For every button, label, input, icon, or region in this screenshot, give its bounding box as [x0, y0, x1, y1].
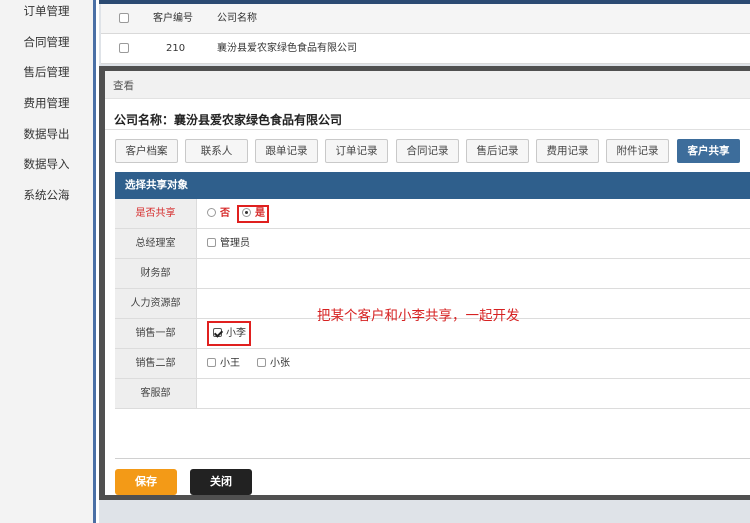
radio-no[interactable] — [207, 207, 216, 217]
share-option-yes-label: 是 — [255, 208, 265, 219]
column-company-name: 公司名称 — [217, 13, 257, 24]
tab-customer-profile[interactable]: 客户档案 — [115, 139, 178, 163]
close-button[interactable]: 关闭 — [190, 469, 252, 495]
member-xiaozhang-checkbox[interactable]: 小张 — [257, 349, 290, 378]
sidebar-item-data-import[interactable]: 数据导入 — [0, 156, 93, 172]
dept-label: 销售二部 — [115, 349, 197, 378]
dept-label: 财务部 — [115, 259, 197, 288]
annotation-text: 把某个客户和小李共享，一起开发 — [317, 308, 520, 324]
cell-customer-id: 210 — [166, 43, 186, 54]
sidebar-item-contracts[interactable]: 合同管理 — [0, 34, 93, 50]
tab-attachment-records[interactable]: 附件记录 — [606, 139, 669, 163]
sidebar-item-after-sales[interactable]: 售后管理 — [0, 64, 93, 80]
member-label: 小张 — [270, 358, 290, 369]
tab-order-records[interactable]: 订单记录 — [325, 139, 388, 163]
dept-row-finance: 财务部 — [115, 259, 750, 289]
modal-titlebar[interactable]: 查看 — [105, 71, 750, 99]
tab-follow-up-records[interactable]: 跟单记录 — [255, 139, 318, 163]
sidebar-item-data-export[interactable]: 数据导出 — [0, 126, 93, 142]
company-name-label: 公司名称：襄汾县爱农家绿色食品有限公司 — [114, 113, 343, 127]
dept-row-general-manager: 总经理室 管理员 — [115, 229, 750, 259]
save-button[interactable]: 保存 — [115, 469, 177, 495]
tab-after-sales-records[interactable]: 售后记录 — [466, 139, 529, 163]
cell-company-name: 襄汾县爱农家绿色食品有限公司 — [217, 43, 357, 54]
checkbox-checked[interactable] — [213, 327, 222, 337]
tab-contract-records[interactable]: 合同记录 — [396, 139, 459, 163]
checkbox[interactable] — [257, 357, 266, 367]
member-admin-checkbox[interactable]: 管理员 — [207, 229, 250, 258]
share-question-label: 是否共享 — [115, 199, 197, 228]
dept-label: 人力资源部 — [115, 289, 197, 318]
sidebar-item-public-pool[interactable]: 系统公海 — [0, 187, 93, 203]
radio-yes[interactable] — [242, 207, 251, 217]
share-option-no[interactable]: 否 — [207, 199, 230, 228]
share-target-header: 选择共享对象 — [115, 172, 750, 199]
sidebar-item-expenses[interactable]: 费用管理 — [0, 95, 93, 111]
table-row[interactable]: 210 襄汾县爱农家绿色食品有限公司 — [101, 34, 750, 64]
dept-row-sales-2: 销售二部 小王 小张 — [115, 349, 750, 379]
column-customer-id: 客户编号 — [153, 13, 193, 24]
sidebar: 订单管理 合同管理 售后管理 费用管理 数据导出 数据导入 系统公海 — [0, 0, 96, 523]
dept-label: 销售一部 — [115, 319, 197, 348]
tab-contacts[interactable]: 联系人 — [185, 139, 248, 163]
tab-expense-records[interactable]: 费用记录 — [536, 139, 599, 163]
checkbox[interactable] — [207, 237, 216, 247]
share-option-yes[interactable]: 是 — [242, 199, 265, 228]
dept-label: 客服部 — [115, 379, 197, 408]
select-all-checkbox[interactable] — [119, 4, 129, 34]
dept-row-customer-service: 客服部 — [115, 379, 750, 409]
divider — [105, 129, 750, 130]
member-xiaowang-checkbox[interactable]: 小王 — [207, 349, 240, 378]
member-label: 小王 — [220, 358, 240, 369]
view-modal: 查看 公司名称：襄汾县爱农家绿色食品有限公司 客户档案 联系人 跟单记录 订单记… — [99, 66, 750, 500]
divider — [115, 458, 750, 459]
dept-label: 总经理室 — [115, 229, 197, 258]
member-label: 小李 — [226, 328, 246, 339]
table-header: 客户编号 公司名称 — [101, 4, 750, 34]
row-checkbox[interactable] — [119, 34, 129, 64]
tab-customer-sharing[interactable]: 客户共享 — [677, 139, 740, 163]
modal-body: 查看 公司名称：襄汾县爱农家绿色食品有限公司 客户档案 联系人 跟单记录 订单记… — [105, 71, 750, 495]
sidebar-item-orders[interactable]: 订单管理 — [0, 3, 93, 19]
member-label: 管理员 — [220, 238, 250, 249]
member-xiaoli-checkbox[interactable]: 小李 — [213, 319, 246, 348]
share-option-no-label: 否 — [220, 208, 230, 219]
checkbox[interactable] — [207, 357, 216, 367]
share-toggle-row: 是否共享 否 是 — [115, 199, 750, 229]
modal-title: 查看 — [113, 80, 134, 92]
